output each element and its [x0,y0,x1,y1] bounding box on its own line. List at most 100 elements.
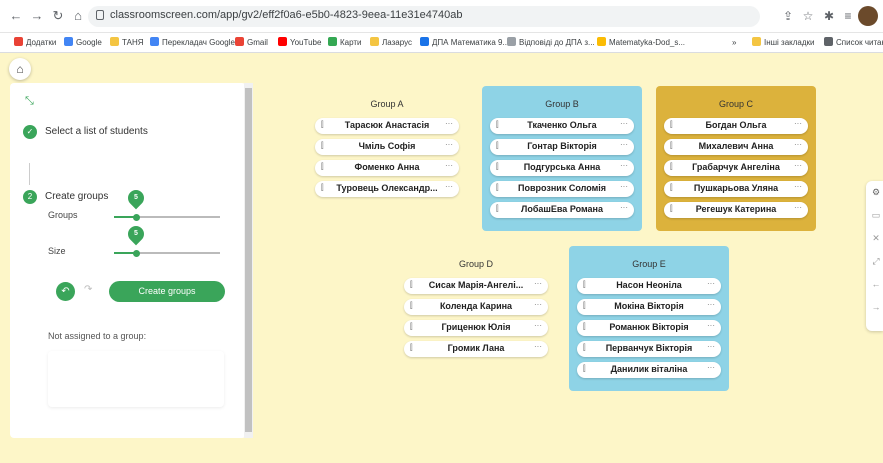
expand-icon[interactable]: ⤢ [870,255,882,267]
settings-icon[interactable]: ⚙ [870,186,882,198]
more-icon[interactable]: ··· [620,161,628,170]
drag-handle-icon[interactable]: ⫿ [583,343,586,353]
more-icon[interactable]: ··· [620,140,628,149]
more-icon[interactable]: ··· [794,182,802,191]
student-chip[interactable]: ⫿ Перванчук Вікторія ··· [577,341,721,357]
more-icon[interactable]: ··· [534,342,542,351]
star-icon[interactable]: ☆ [800,8,816,24]
drag-handle-icon[interactable]: ⫿ [496,141,499,151]
more-icon[interactable]: ··· [707,321,715,330]
more-icon[interactable]: ··· [707,342,715,351]
student-chip[interactable]: ⫿ Регешук Катерина ··· [664,202,808,218]
drag-handle-icon[interactable]: ⫿ [670,120,673,130]
student-chip[interactable]: ⫿ Чміль Софія ··· [315,139,459,155]
bookmark-dpa[interactable]: ДПА Математика 9... [420,36,509,49]
more-icon[interactable]: ··· [707,300,715,309]
unassigned-dropzone[interactable] [48,351,224,407]
more-icon[interactable]: ··· [707,363,715,372]
more-icon[interactable]: ··· [445,119,453,128]
student-chip[interactable]: ⫿ Михалевич Анна ··· [664,139,808,155]
student-chip[interactable]: ⫿ Фоменко Анна ··· [315,160,459,176]
bookmark-answers[interactable]: Відповіді до ДПА з... [507,36,595,49]
more-icon[interactable]: ··· [794,140,802,149]
drag-handle-icon[interactable]: ⫿ [583,364,586,374]
bookmark-other[interactable]: Інші закладки [752,36,815,49]
groups-slider[interactable] [114,216,220,218]
student-chip[interactable]: ⫿ Романюк Вікторія ··· [577,320,721,336]
more-icon[interactable]: ··· [620,119,628,128]
size-slider-handle[interactable] [133,250,140,257]
student-chip[interactable]: ⫿ Сисак Марія-Ангелі... ··· [404,278,548,294]
redo-icon[interactable]: ↷ [84,284,92,295]
back-icon[interactable]: ← [8,8,24,24]
more-icon[interactable]: ··· [534,300,542,309]
more-icon[interactable]: ··· [794,203,802,212]
collapse-icon[interactable]: ⤡ [25,95,34,108]
more-icon[interactable]: ··· [534,321,542,330]
student-chip[interactable]: ⫿ Туровець Олександр... ··· [315,181,459,197]
panel-scrollbar[interactable] [244,83,253,438]
more-icon[interactable]: ··· [620,203,628,212]
share-icon[interactable]: ⇪ [780,8,796,24]
drag-handle-icon[interactable]: ⫿ [496,162,499,172]
forward-icon[interactable]: → [29,8,45,24]
drag-handle-icon[interactable]: ⫿ [496,204,499,214]
drag-handle-icon[interactable]: ⫿ [670,141,673,151]
bookmark-youtube[interactable]: YouTube [278,36,321,49]
drag-handle-icon[interactable]: ⫿ [410,322,413,332]
more-icon[interactable]: ··· [534,279,542,288]
bookmark-folder[interactable]: ТАНЯ [110,36,144,49]
bookmark-translate[interactable]: Перекладач Google [150,36,235,49]
student-chip[interactable]: ⫿ Подгурська Анна ··· [490,160,634,176]
previous-icon[interactable]: ← [870,278,882,290]
student-chip[interactable]: ⫿ ЛобашЕва Романа ··· [490,202,634,218]
drag-handle-icon[interactable]: ⫿ [496,183,499,193]
student-chip[interactable]: ⫿ Пушкарьова Уляна ··· [664,181,808,197]
more-icon[interactable]: ··· [707,279,715,288]
student-chip[interactable]: ⫿ Насон Неоніла ··· [577,278,721,294]
drag-handle-icon[interactable]: ⫿ [583,280,586,290]
groups-slider-handle[interactable] [133,214,140,221]
undo-icon[interactable]: ↶ [56,282,75,301]
bookmark-folder[interactable]: Лазарус [370,36,412,49]
home-browser-icon[interactable]: ⌂ [70,8,86,24]
student-chip[interactable]: ⫿ Гонтар Вікторія ··· [490,139,634,155]
drag-handle-icon[interactable]: ⫿ [583,322,586,332]
reading-list-icon[interactable]: ≡ [840,8,856,24]
drag-handle-icon[interactable]: ⫿ [583,301,586,311]
shuffle-icon[interactable]: ✕ [870,232,882,244]
more-icon[interactable]: ··· [445,140,453,149]
drag-handle-icon[interactable]: ⫿ [321,141,324,151]
drag-handle-icon[interactable]: ⫿ [410,280,413,290]
student-chip[interactable]: ⫿ Ткаченко Ольга ··· [490,118,634,134]
drag-handle-icon[interactable]: ⫿ [410,343,413,353]
home-icon[interactable]: ⌂ [9,58,31,80]
drag-handle-icon[interactable]: ⫿ [321,183,324,193]
save-icon[interactable]: ▭ [870,209,882,221]
student-chip[interactable]: ⫿ Тарасюк Анастасія ··· [315,118,459,134]
drag-handle-icon[interactable]: ⫿ [670,183,673,193]
student-chip[interactable]: ⫿ Грабарчук Ангеліна ··· [664,160,808,176]
more-icon[interactable]: ··· [445,161,453,170]
extensions-icon[interactable]: ✱ [821,8,837,24]
next-icon[interactable]: → [870,301,882,313]
drag-handle-icon[interactable]: ⫿ [410,301,413,311]
size-slider[interactable] [114,252,220,254]
bookmark-drive[interactable]: Matematyka-Dod_s... [597,36,685,49]
drag-handle-icon[interactable]: ⫿ [670,204,673,214]
student-chip[interactable]: ⫿ Поврозник Соломія ··· [490,181,634,197]
more-icon[interactable]: ··· [620,182,628,191]
bookmark-reading-list[interactable]: Список читання [824,36,883,49]
reload-icon[interactable]: ↻ [50,8,66,24]
create-groups-button[interactable]: Create groups [109,281,225,302]
drag-handle-icon[interactable]: ⫿ [496,120,499,130]
student-chip[interactable]: ⫿ Данилик віталіна ··· [577,362,721,378]
more-icon[interactable]: ··· [794,161,802,170]
student-chip[interactable]: ⫿ Богдан Ольга ··· [664,118,808,134]
bookmark-gmail[interactable]: Gmail [235,36,268,49]
student-chip[interactable]: ⫿ Гриценюк Юлія ··· [404,320,548,336]
bookmark-google[interactable]: Google [64,36,102,49]
drag-handle-icon[interactable]: ⫿ [321,162,324,172]
more-bookmarks[interactable]: » [732,36,736,49]
bookmark-apps[interactable]: Додатки [14,36,56,49]
